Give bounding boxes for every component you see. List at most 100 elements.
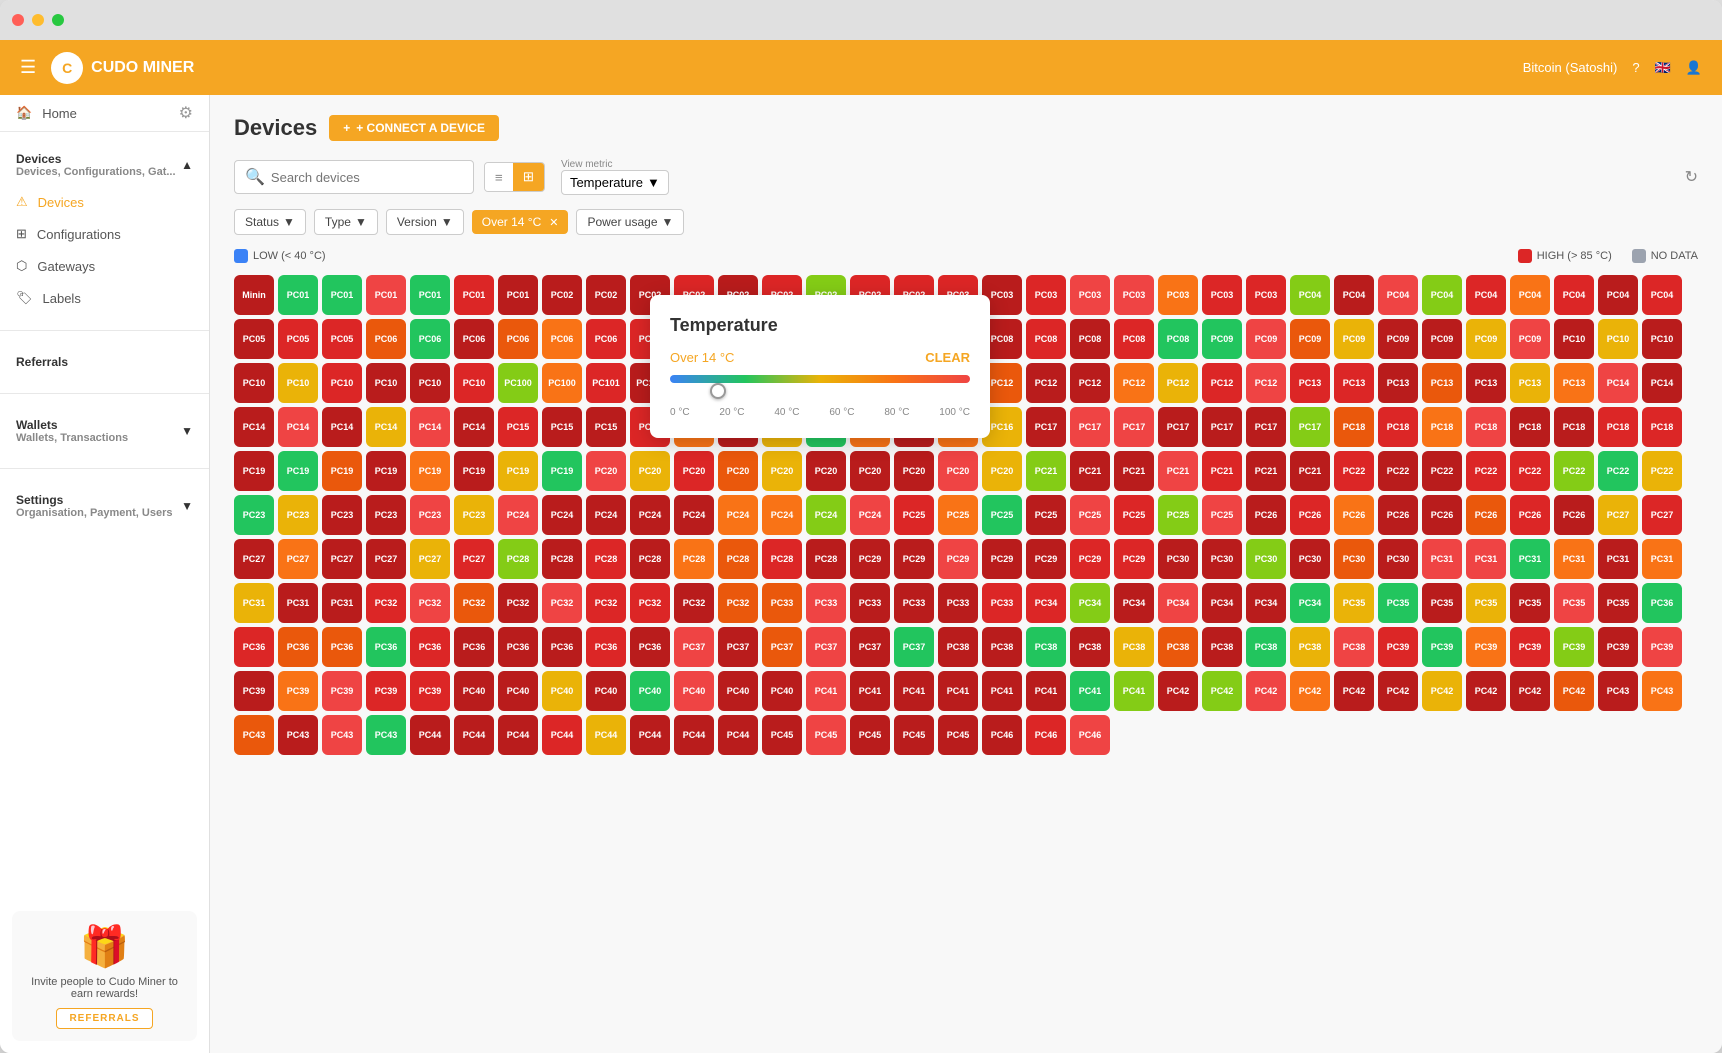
- wallets-group-header[interactable]: Wallets Wallets, Transactions ▼: [0, 410, 209, 452]
- device-cell[interactable]: PC17: [1026, 407, 1066, 447]
- device-cell[interactable]: PC02: [542, 275, 582, 315]
- device-cell[interactable]: PC10: [278, 363, 318, 403]
- device-cell[interactable]: PC08: [1070, 319, 1110, 359]
- help-icon[interactable]: ?: [1632, 60, 1639, 75]
- device-cell[interactable]: PC10: [1554, 319, 1594, 359]
- minimize-button[interactable]: [32, 14, 44, 26]
- device-cell[interactable]: PC42: [1246, 671, 1286, 711]
- device-cell[interactable]: PC01: [454, 275, 494, 315]
- device-cell[interactable]: PC23: [454, 495, 494, 535]
- device-cell[interactable]: PC13: [1510, 363, 1550, 403]
- device-cell[interactable]: PC42: [1466, 671, 1506, 711]
- device-cell[interactable]: PC04: [1510, 275, 1550, 315]
- sidebar-item-devices[interactable]: ⚠ Devices: [0, 186, 209, 218]
- device-cell[interactable]: PC14: [234, 407, 274, 447]
- device-cell[interactable]: PC31: [1642, 539, 1682, 579]
- device-cell[interactable]: PC34: [1158, 583, 1198, 623]
- device-cell[interactable]: PC45: [762, 715, 802, 755]
- device-cell[interactable]: PC20: [674, 451, 714, 491]
- device-cell[interactable]: PC38: [1070, 627, 1110, 667]
- device-cell[interactable]: PC18: [1642, 407, 1682, 447]
- device-cell[interactable]: PC27: [278, 539, 318, 579]
- device-cell[interactable]: PC22: [1510, 451, 1550, 491]
- type-filter[interactable]: Type ▼: [314, 209, 378, 235]
- device-cell[interactable]: PC32: [630, 583, 670, 623]
- device-cell[interactable]: PC29: [894, 539, 934, 579]
- device-cell[interactable]: PC37: [718, 627, 758, 667]
- device-cell[interactable]: PC28: [806, 539, 846, 579]
- device-cell[interactable]: PC06: [454, 319, 494, 359]
- device-cell[interactable]: PC26: [1510, 495, 1550, 535]
- device-cell[interactable]: PC36: [366, 627, 406, 667]
- device-cell[interactable]: PC43: [234, 715, 274, 755]
- device-cell[interactable]: PC18: [1378, 407, 1418, 447]
- device-cell[interactable]: Minin: [234, 275, 274, 315]
- device-cell[interactable]: PC34: [1246, 583, 1286, 623]
- device-cell[interactable]: PC35: [1598, 583, 1638, 623]
- device-cell[interactable]: PC09: [1466, 319, 1506, 359]
- device-cell[interactable]: PC39: [1378, 627, 1418, 667]
- device-cell[interactable]: PC09: [1334, 319, 1374, 359]
- device-cell[interactable]: PC33: [806, 583, 846, 623]
- device-cell[interactable]: PC01: [278, 275, 318, 315]
- device-cell[interactable]: PC37: [894, 627, 934, 667]
- device-cell[interactable]: PC38: [1202, 627, 1242, 667]
- device-cell[interactable]: PC39: [1422, 627, 1462, 667]
- device-cell[interactable]: PC12: [1070, 363, 1110, 403]
- devices-group-header[interactable]: Devices Devices, Configurations, Gat... …: [0, 144, 209, 186]
- device-cell[interactable]: PC12: [1158, 363, 1198, 403]
- device-cell[interactable]: PC09: [1246, 319, 1286, 359]
- device-cell[interactable]: PC10: [1642, 319, 1682, 359]
- device-cell[interactable]: PC19: [454, 451, 494, 491]
- device-cell[interactable]: PC14: [278, 407, 318, 447]
- device-cell[interactable]: PC42: [1334, 671, 1374, 711]
- device-cell[interactable]: PC34: [1114, 583, 1154, 623]
- device-cell[interactable]: PC44: [630, 715, 670, 755]
- device-cell[interactable]: PC30: [1378, 539, 1418, 579]
- device-cell[interactable]: PC38: [1334, 627, 1374, 667]
- device-cell[interactable]: PC40: [674, 671, 714, 711]
- device-cell[interactable]: PC14: [1642, 363, 1682, 403]
- device-cell[interactable]: PC10: [322, 363, 362, 403]
- device-cell[interactable]: PC23: [322, 495, 362, 535]
- device-cell[interactable]: PC40: [762, 671, 802, 711]
- device-cell[interactable]: PC24: [586, 495, 626, 535]
- device-cell[interactable]: PC25: [1070, 495, 1110, 535]
- device-cell[interactable]: PC36: [410, 627, 450, 667]
- device-cell[interactable]: PC25: [938, 495, 978, 535]
- device-cell[interactable]: PC38: [1290, 627, 1330, 667]
- refresh-button[interactable]: ↻: [1685, 167, 1698, 187]
- device-cell[interactable]: PC29: [938, 539, 978, 579]
- device-cell[interactable]: PC17: [1114, 407, 1154, 447]
- user-icon[interactable]: 👤: [1686, 60, 1702, 76]
- device-cell[interactable]: PC34: [1290, 583, 1330, 623]
- device-cell[interactable]: PC30: [1202, 539, 1242, 579]
- device-cell[interactable]: PC19: [234, 451, 274, 491]
- device-cell[interactable]: PC32: [498, 583, 538, 623]
- device-cell[interactable]: PC18: [1554, 407, 1594, 447]
- device-cell[interactable]: PC05: [322, 319, 362, 359]
- metric-dropdown[interactable]: Temperature ▼: [561, 170, 669, 195]
- device-cell[interactable]: PC20: [982, 451, 1022, 491]
- maximize-button[interactable]: [52, 14, 64, 26]
- device-cell[interactable]: PC29: [850, 539, 890, 579]
- device-cell[interactable]: PC13: [1554, 363, 1594, 403]
- device-cell[interactable]: PC01: [322, 275, 362, 315]
- device-cell[interactable]: PC27: [1642, 495, 1682, 535]
- device-cell[interactable]: PC25: [1026, 495, 1066, 535]
- device-cell[interactable]: PC13: [1378, 363, 1418, 403]
- device-cell[interactable]: PC19: [498, 451, 538, 491]
- device-cell[interactable]: PC05: [234, 319, 274, 359]
- device-cell[interactable]: PC35: [1554, 583, 1594, 623]
- device-cell[interactable]: PC19: [410, 451, 450, 491]
- device-cell[interactable]: PC31: [278, 583, 318, 623]
- power-usage-filter[interactable]: Power usage ▼: [576, 209, 684, 235]
- device-cell[interactable]: PC12: [1202, 363, 1242, 403]
- device-cell[interactable]: PC03: [1026, 275, 1066, 315]
- device-cell[interactable]: PC13: [1334, 363, 1374, 403]
- grid-view-button[interactable]: ⊞: [513, 163, 544, 191]
- device-cell[interactable]: PC44: [410, 715, 450, 755]
- device-cell[interactable]: PC39: [1554, 627, 1594, 667]
- device-cell[interactable]: PC39: [1642, 627, 1682, 667]
- device-cell[interactable]: PC21: [1070, 451, 1110, 491]
